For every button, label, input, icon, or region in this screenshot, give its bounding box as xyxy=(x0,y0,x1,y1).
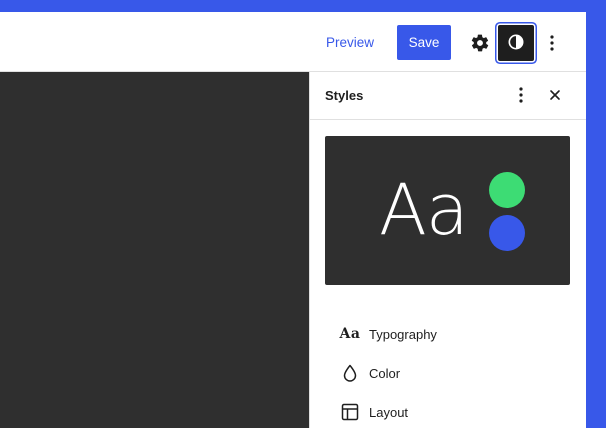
sidebar-more-button[interactable] xyxy=(508,82,534,110)
options-button[interactable] xyxy=(540,30,564,58)
droplet-icon xyxy=(338,361,362,385)
close-icon xyxy=(548,88,562,105)
preview-color-swatch-primary xyxy=(489,172,525,208)
preview-color-swatch-secondary xyxy=(489,215,525,251)
editor-window: Preview Save Styles Aa Aa Typography Col… xyxy=(0,12,586,428)
sidebar-close-button[interactable] xyxy=(542,82,568,110)
editor-header: Preview Save xyxy=(0,12,586,72)
style-preview-card[interactable]: Aa xyxy=(325,136,570,285)
sidebar-item-label: Layout xyxy=(369,404,409,420)
preview-sample-text: Aa xyxy=(379,169,469,251)
sidebar-item-color[interactable]: Color xyxy=(325,355,570,391)
sidebar-title: Styles xyxy=(325,88,364,103)
sidebar-item-label: Typography xyxy=(369,326,437,342)
sidebar-header: Styles xyxy=(310,72,586,120)
settings-button[interactable] xyxy=(466,30,494,58)
sidebar-item-layout[interactable]: Layout xyxy=(325,394,570,428)
styles-sidebar: Styles Aa Aa Typography Color Layout xyxy=(309,72,586,428)
vertical-ellipsis-icon xyxy=(549,34,555,55)
preview-button[interactable]: Preview xyxy=(318,26,382,60)
editor-canvas[interactable] xyxy=(0,72,309,428)
typography-icon: Aa xyxy=(339,326,361,342)
styles-toggle-button[interactable] xyxy=(498,25,534,61)
save-button[interactable]: Save xyxy=(397,25,451,60)
sidebar-item-label: Color xyxy=(369,365,401,381)
layout-icon xyxy=(338,400,362,424)
sidebar-item-typography[interactable]: Aa Typography xyxy=(325,316,570,352)
vertical-ellipsis-icon xyxy=(518,86,524,107)
gear-icon xyxy=(470,33,490,56)
half-circle-contrast-icon xyxy=(506,32,526,55)
